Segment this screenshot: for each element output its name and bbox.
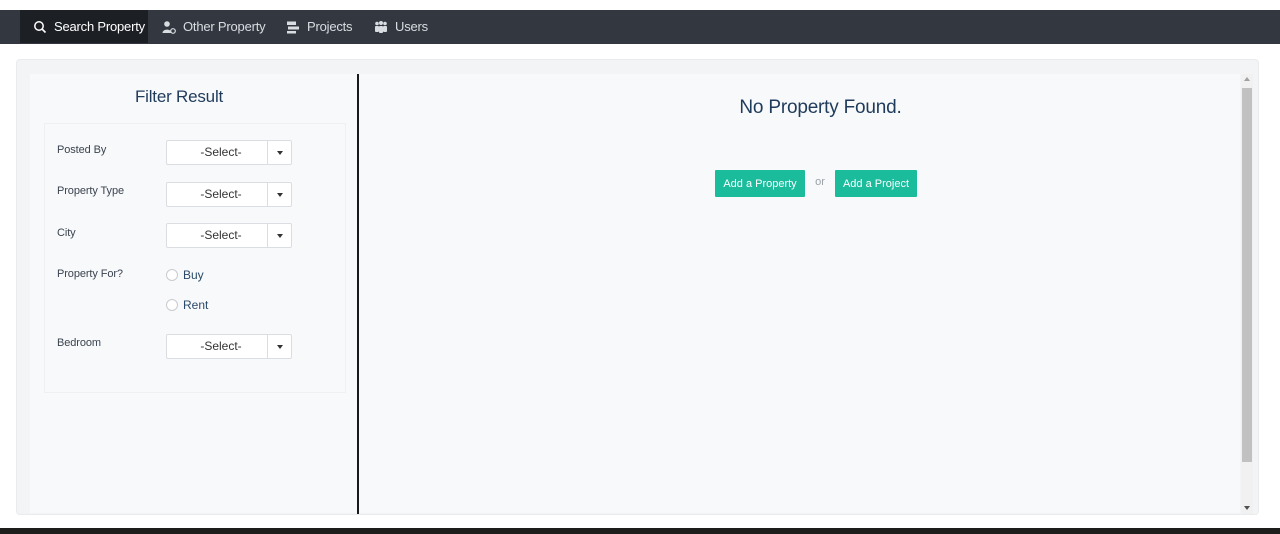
radio-label-buy: Buy [183,268,204,282]
property-type-label: Property Type [57,185,124,197]
city-label: City [57,227,76,239]
select-value: -Select- [200,228,242,242]
nav-label: Users [395,19,428,34]
nav-search-property[interactable]: Search Property [20,10,148,43]
scroll-up-arrow-icon[interactable] [1244,77,1250,81]
projects-icon [286,20,300,34]
add-property-button[interactable]: Add a Property [715,170,805,197]
radio-label-rent: Rent [183,298,209,312]
nav-label: Other Property [183,19,266,34]
caret-down-icon [267,183,291,206]
scroll-down-arrow-icon[interactable] [1244,506,1250,510]
filter-title: Filter Result [134,87,224,106]
vertical-scrollbar[interactable] [1241,74,1253,514]
top-navbar: Search Property Other Property Projects … [0,10,1280,44]
nav-users[interactable]: Users [374,10,428,43]
caret-down-icon [267,141,291,164]
radio-circle[interactable] [166,299,178,311]
bottom-bar [0,528,1280,534]
scrollbar-thumb[interactable] [1242,88,1252,462]
bedroom-select[interactable]: -Select- [166,334,292,359]
bedroom-label: Bedroom [57,337,101,349]
select-value: -Select- [200,145,242,159]
nav-label: Search Property [54,19,145,34]
select-value: -Select- [200,339,242,353]
select-value: -Select- [200,187,242,201]
property-type-select[interactable]: -Select- [166,182,292,207]
user-key-icon [162,20,176,34]
city-select[interactable]: -Select- [166,223,292,248]
nav-projects[interactable]: Projects [286,10,353,43]
empty-state-message: No Property Found. [739,97,902,118]
radio-buy[interactable]: Buy [166,268,204,282]
caret-down-icon [267,335,291,358]
results-panel [359,74,1240,513]
property-for-label: Property For? [57,268,123,280]
radio-circle[interactable] [166,269,178,281]
posted-by-label: Posted By [57,144,107,156]
nav-other-property[interactable]: Other Property [162,10,266,43]
posted-by-select[interactable]: -Select- [166,140,292,165]
or-separator: or [815,176,825,188]
users-icon [374,20,388,34]
add-project-button[interactable]: Add a Project [835,170,917,197]
top-strip [0,0,1280,10]
search-icon [33,20,47,34]
caret-down-icon [267,224,291,247]
nav-label: Projects [307,19,353,34]
radio-rent[interactable]: Rent [166,298,208,312]
